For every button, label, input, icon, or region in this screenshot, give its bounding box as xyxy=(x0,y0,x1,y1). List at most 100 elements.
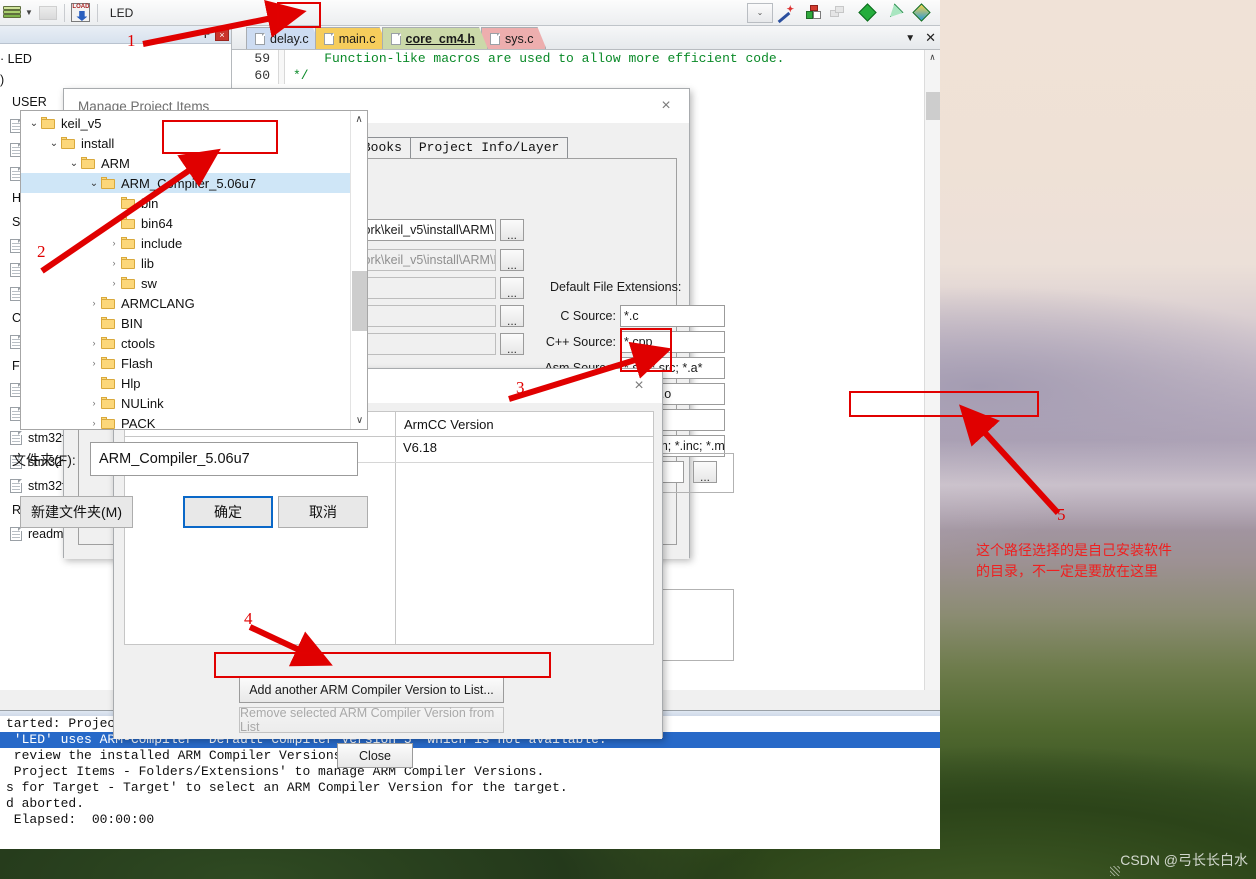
load-icon[interactable]: LOAD xyxy=(70,2,92,24)
close-icon[interactable]: × xyxy=(215,28,229,41)
folder-tree-label: bin64 xyxy=(141,215,173,231)
scroll-down-arrow[interactable]: ∨ xyxy=(351,412,367,429)
editor-tab-core-cm4-h[interactable]: core_cm4.h xyxy=(382,27,488,49)
tab-project-info-layer[interactable]: Project Info/Layer xyxy=(409,137,569,159)
folder-name-input[interactable]: ARM_Compiler_5.06u7 xyxy=(90,442,358,476)
folder-tree-scrollbar[interactable]: ∧ ∨ xyxy=(350,111,367,429)
default-extensions-label: Default File Extensions: xyxy=(550,280,682,294)
folder-icon xyxy=(121,237,135,249)
toolbar-separator xyxy=(63,3,65,22)
folder-tree-row[interactable]: bin xyxy=(21,193,367,213)
folder-tree-label: include xyxy=(141,235,183,251)
field-browse-button[interactable]: ... xyxy=(500,219,524,241)
chevron-down-icon[interactable]: ▼ xyxy=(25,8,33,17)
extension-label: C++ Source: xyxy=(545,335,616,349)
close-button[interactable]: Close xyxy=(337,743,413,768)
column-header-armcc-version[interactable]: ArmCC Version xyxy=(395,412,654,437)
chevron-down-icon[interactable]: ⌄ xyxy=(87,178,101,189)
ok-button[interactable]: 确定 xyxy=(183,496,273,528)
multi-project-icon[interactable] xyxy=(827,2,849,24)
editor-tab-delay-c[interactable]: delay.c xyxy=(246,27,322,49)
chevron-down-icon[interactable]: ⌄ xyxy=(67,158,81,169)
field-browse-button[interactable]: ... xyxy=(500,277,524,299)
folder-icon xyxy=(61,137,75,149)
filter-icon[interactable] xyxy=(883,2,905,24)
target-select[interactable]: ⌄ xyxy=(747,2,773,23)
chevron-right-icon[interactable]: › xyxy=(87,358,101,368)
close-icon[interactable]: ✕ xyxy=(925,30,936,46)
project-panel-header: ✛ × xyxy=(0,26,231,44)
chevron-down-icon[interactable]: ▼ xyxy=(905,33,915,44)
configure-wizard-icon[interactable]: ✦ xyxy=(774,2,796,24)
folder-tree-row[interactable]: › NULink xyxy=(21,393,367,413)
manage-components-icon[interactable] xyxy=(37,2,59,24)
folder-icon xyxy=(101,177,115,189)
folder-tree-row[interactable]: › ctools xyxy=(21,333,367,353)
folder-tree-row[interactable]: ⌄ ARM xyxy=(21,153,367,173)
remove-compiler-version-button[interactable]: Remove selected ARM Compiler Version fro… xyxy=(239,706,504,734)
folder-tree-row[interactable]: › sw xyxy=(21,273,367,293)
folder-tree-row[interactable]: › include xyxy=(21,233,367,253)
chevron-right-icon[interactable]: › xyxy=(87,298,101,308)
editor-tab-label: main.c xyxy=(338,31,376,46)
editor-tab-label: core_cm4.h xyxy=(405,31,475,46)
output-line: Project Items - Folders/Extensions' to m… xyxy=(6,764,545,779)
chevron-down-icon[interactable]: ⌄ xyxy=(47,138,61,149)
document-icon xyxy=(490,33,500,45)
tree-root2[interactable]: ) xyxy=(0,70,231,90)
chevron-right-icon[interactable]: › xyxy=(87,398,101,408)
chevron-right-icon[interactable]: › xyxy=(87,338,101,348)
folder-tree-row[interactable]: › ARMCLANG xyxy=(21,293,367,313)
cancel-button[interactable]: 取消 xyxy=(278,496,368,528)
fold-margin xyxy=(278,67,285,84)
folder-icon xyxy=(41,117,55,129)
output-line: s for Target - Target' to select an ARM … xyxy=(6,780,568,795)
close-icon[interactable]: × xyxy=(649,92,683,120)
folder-tree-row[interactable]: › lib xyxy=(21,253,367,273)
annotation-number-4: 4 xyxy=(244,609,253,628)
folder-tree-label: lib xyxy=(141,255,155,271)
extension-input[interactable]: *.c xyxy=(620,305,725,327)
close-icon[interactable]: × xyxy=(622,372,656,400)
folder-icon xyxy=(101,417,115,429)
folder-tree-row[interactable]: › Flash xyxy=(21,353,367,373)
chevron-right-icon[interactable]: › xyxy=(107,278,121,288)
pin-icon[interactable]: ✛ xyxy=(201,28,210,41)
chevron-right-icon[interactable]: › xyxy=(107,258,121,268)
chevron-right-icon[interactable]: › xyxy=(87,418,101,428)
field-browse-button[interactable]: ... xyxy=(500,249,524,271)
folder-tree[interactable]: ⌄ keil_v5 ⌄ install ⌄ ARM ⌄ ARM_Compiler_5.06u7… xyxy=(20,110,368,430)
add-compiler-version-button[interactable]: Add another ARM Compiler Version to List… xyxy=(239,677,504,703)
tree-root-label: · LED xyxy=(0,52,32,66)
folder-tree-row[interactable]: BIN xyxy=(21,313,367,333)
chevron-down-icon[interactable]: ⌄ xyxy=(27,118,41,129)
tree-root[interactable]: · LED xyxy=(0,48,231,70)
line-number: 60 xyxy=(254,68,270,83)
books-icon[interactable] xyxy=(1,2,23,24)
folder-tree-row[interactable]: › PACK xyxy=(21,413,367,429)
folder-tree-label: NULink xyxy=(121,395,164,411)
editor-tab-sys-c[interactable]: sys.c xyxy=(481,27,546,49)
annotation-note: 这个路径选择的是自己安装软件 的目录，不一定是要放在这里 xyxy=(976,540,1246,582)
resize-grip-icon xyxy=(1110,866,1120,876)
folder-tree-row[interactable]: ⌄ ARM_Compiler_5.06u7 xyxy=(21,173,367,193)
folder-tree-row[interactable]: Hlp xyxy=(21,373,367,393)
folder-icon xyxy=(121,217,135,229)
new-folder-button[interactable]: 新建文件夹(M) xyxy=(20,496,133,528)
tab-label: Project Info/Layer xyxy=(418,140,560,155)
manage-project-items-icon[interactable] xyxy=(803,2,825,24)
scrollbar-thumb[interactable] xyxy=(926,92,940,120)
editor-vertical-scrollbar[interactable]: ∧ xyxy=(924,50,940,690)
scroll-up-arrow[interactable]: ∧ xyxy=(351,111,367,128)
arm-compiler-browse-button[interactable]: ... xyxy=(693,461,717,483)
column-divider xyxy=(395,437,396,645)
scroll-up-arrow[interactable]: ∧ xyxy=(925,50,940,66)
chevron-right-icon[interactable]: › xyxy=(107,238,121,248)
editor-tab-main-c[interactable]: main.c xyxy=(315,27,389,49)
document-icon xyxy=(324,33,334,45)
target-options-icon[interactable] xyxy=(856,2,878,24)
folder-tree-row[interactable]: bin64 xyxy=(21,213,367,233)
scrollbar-thumb[interactable] xyxy=(352,271,367,331)
configure-tools-icon[interactable] xyxy=(910,2,932,24)
highlight-box-add-button xyxy=(214,652,551,678)
